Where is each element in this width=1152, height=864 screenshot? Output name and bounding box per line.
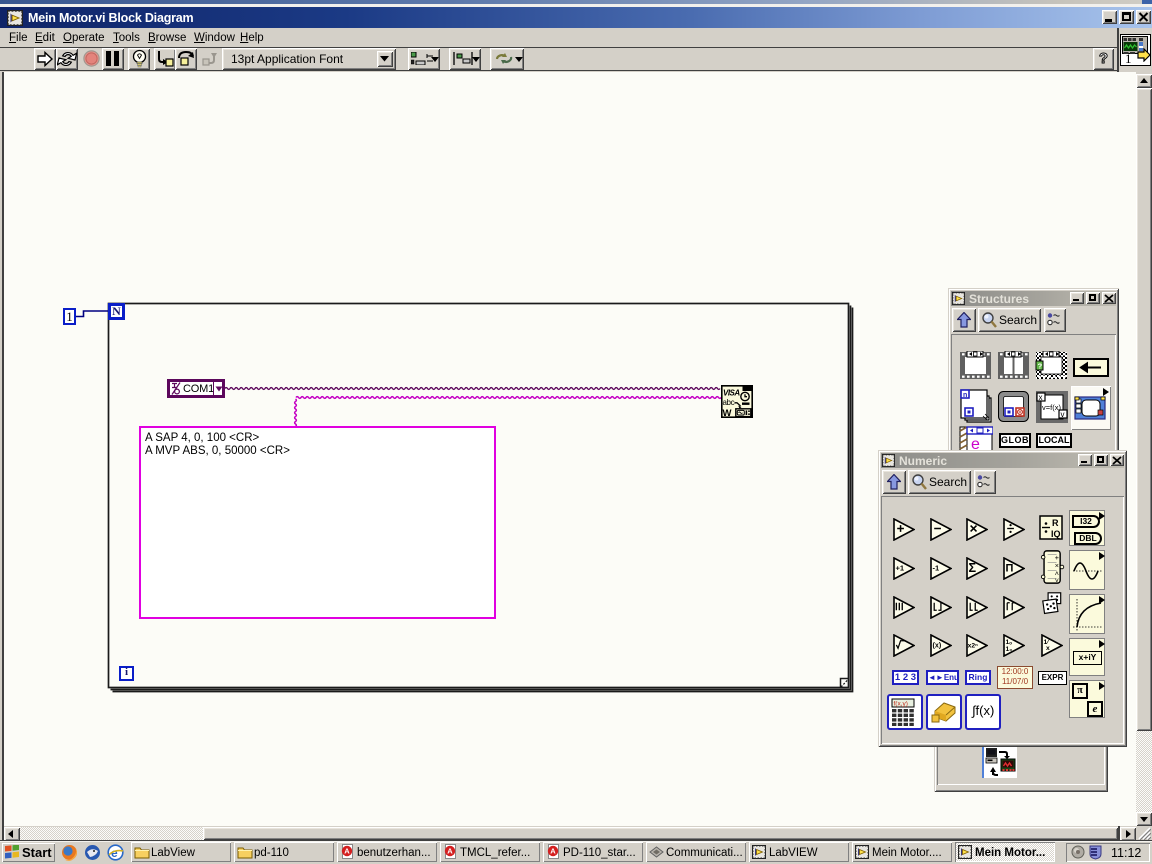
svg-text:R: R — [1052, 518, 1059, 528]
svg-text:W: W — [723, 408, 732, 418]
svg-text:A: A — [344, 847, 350, 856]
svg-text:f(x,y): f(x,y) — [894, 701, 908, 708]
svg-text:x: x — [1046, 645, 1050, 652]
svg-text:A: A — [447, 847, 453, 856]
svg-text:v=f(x): v=f(x) — [1042, 403, 1061, 412]
svg-text:abc: abc — [723, 398, 735, 407]
svg-text:IQ: IQ — [1051, 529, 1061, 539]
svg-text:×: × — [1055, 562, 1059, 570]
svg-text:Σ: Σ — [969, 561, 977, 575]
svg-text:A: A — [550, 847, 556, 856]
svg-text:˅: ˅ — [1055, 577, 1059, 584]
svg-text:Π: Π — [1006, 562, 1014, 574]
svg-text:?: ? — [1038, 361, 1043, 370]
svg-text:x2ⁿ: x2ⁿ — [968, 642, 978, 649]
svg-text:(x): (x) — [932, 641, 941, 649]
svg-text:n: n — [963, 392, 967, 399]
svg-text:v: v — [1061, 410, 1065, 419]
svg-text:-1: -1 — [932, 563, 939, 572]
svg-text:x: x — [1039, 393, 1043, 402]
svg-text:+: + — [1055, 554, 1059, 562]
svg-text:VISA: VISA — [723, 389, 740, 398]
svg-text:+1: +1 — [896, 563, 905, 572]
svg-text:1₀: 1₀ — [1006, 646, 1013, 653]
